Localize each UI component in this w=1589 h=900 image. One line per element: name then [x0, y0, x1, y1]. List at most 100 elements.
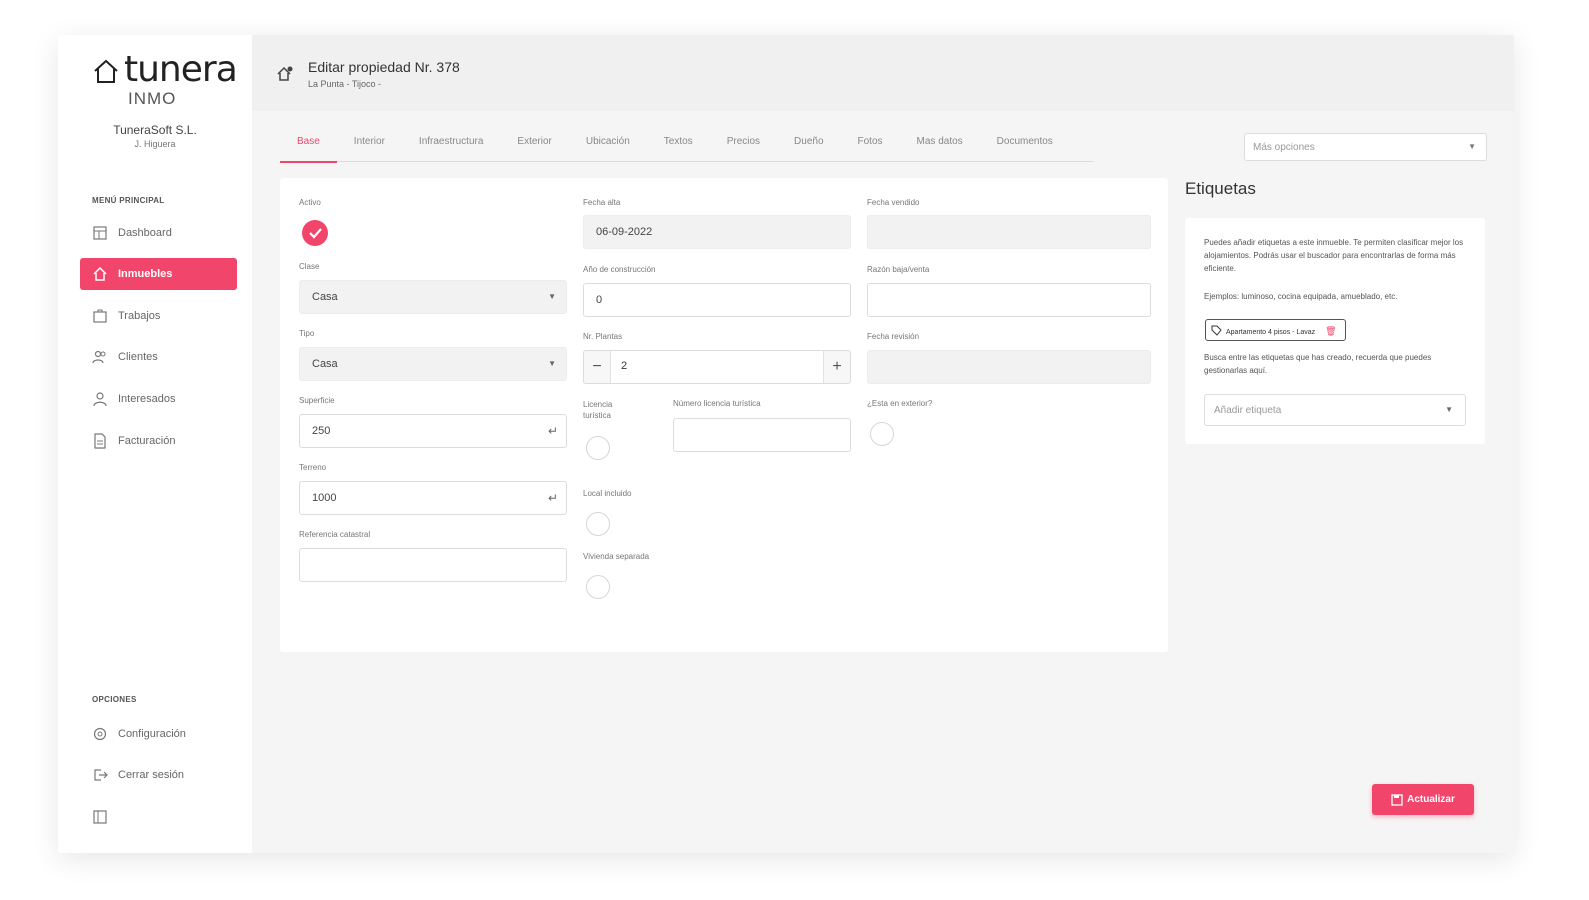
tab-documentos[interactable]: Documentos	[980, 131, 1070, 162]
local-incluido-checkbox[interactable]	[586, 512, 610, 536]
collapse-sidebar-button[interactable]	[80, 801, 237, 833]
tag-chip[interactable]: Apartamento 4 pisos - Lavaz 🗑	[1205, 319, 1346, 341]
fecha-vendido-label: Fecha vendido	[867, 198, 920, 207]
tab-exterior[interactable]: Exterior	[500, 131, 568, 162]
superficie-value: 250	[312, 425, 331, 437]
enter-icon: ↵	[547, 491, 558, 505]
options-label: OPCIONES	[92, 695, 137, 704]
tab-base[interactable]: Base	[280, 131, 337, 163]
more-options-placeholder: Más opciones	[1253, 142, 1315, 153]
tab-textos[interactable]: Textos	[647, 131, 710, 162]
home-icon	[92, 266, 108, 282]
user-icon	[92, 391, 108, 407]
sidebar-item-configuracion[interactable]: Configuración	[80, 718, 237, 750]
clase-value: Casa	[312, 291, 338, 303]
terreno-input[interactable]: 1000 ↵	[299, 481, 567, 515]
sidebar-item-trabajos[interactable]: Trabajos	[80, 300, 237, 332]
terreno-value: 1000	[312, 492, 337, 504]
fecha-alta-value: 06-09-2022	[596, 226, 653, 238]
licencia-turistica-label: Licencia turística	[583, 400, 613, 420]
tab-precios[interactable]: Precios	[710, 131, 777, 162]
app-window: tunera INMO TuneraSoft S.L. J. Higuera M…	[58, 35, 1514, 853]
nr-plantas-stepper[interactable]: − 2 +	[583, 350, 851, 384]
enter-icon: ↵	[547, 424, 558, 438]
vivienda-separada-checkbox[interactable]	[586, 575, 610, 599]
tipo-label: Tipo	[299, 329, 315, 338]
sidebar-item-label: Interesados	[118, 393, 176, 405]
nr-plantas-value[interactable]: 2	[610, 351, 824, 383]
sidebar-item-label: Cerrar sesión	[118, 769, 185, 781]
tipo-select[interactable]: Casa ▼	[299, 347, 567, 381]
terreno-label: Terreno	[299, 463, 327, 472]
sidebar-item-label: Facturación	[118, 435, 176, 447]
tags-title: Etiquetas	[1185, 179, 1256, 198]
house-logo-icon	[94, 59, 118, 83]
tab-infraestructura[interactable]: Infraestructura	[402, 131, 500, 162]
tab-interior[interactable]: Interior	[337, 131, 402, 162]
sidebar-item-label: Dashboard	[118, 227, 172, 239]
logo-sub: INMO	[128, 89, 177, 108]
anio-construccion-input[interactable]: 0	[583, 283, 851, 317]
tab-dueno[interactable]: Dueño	[777, 131, 840, 162]
sidebar-item-label: Clientes	[118, 351, 158, 363]
tipo-value: Casa	[312, 358, 338, 370]
clase-label: Clase	[299, 262, 320, 271]
numero-licencia-input[interactable]	[673, 418, 851, 452]
tab-mas-datos[interactable]: Mas datos	[900, 131, 980, 162]
fecha-revision-input[interactable]	[867, 350, 1151, 384]
tags-example: Ejemplos: luminoso, cocina equipada, amu…	[1204, 292, 1398, 301]
fecha-vendido-input[interactable]	[867, 215, 1151, 249]
logo-text: tunera	[124, 49, 238, 90]
main-menu-label: MENÚ PRINCIPAL	[92, 196, 165, 205]
dashboard-icon	[92, 225, 108, 241]
fecha-alta-input[interactable]: 06-09-2022	[583, 215, 851, 249]
tab-fotos[interactable]: Fotos	[841, 131, 900, 162]
chevron-down-icon: ▼	[548, 359, 556, 368]
tags-intro: Puedes añadir etiquetas a este inmueble.…	[1204, 238, 1464, 273]
more-options-select[interactable]: Más opciones ▼	[1244, 133, 1487, 161]
update-button[interactable]: Actualizar	[1372, 784, 1474, 815]
activo-label: Activo	[299, 198, 321, 207]
tag-chip-label: Apartamento 4 pisos - Lavaz	[1226, 329, 1316, 336]
anio-construccion-value: 0	[596, 294, 603, 306]
add-tag-select[interactable]: Añadir etiqueta ▼	[1204, 394, 1466, 426]
users-icon	[92, 349, 108, 365]
razon-baja-input[interactable]	[867, 283, 1151, 317]
logo[interactable]: tunera INMO	[92, 49, 238, 108]
sidebar-item-interesados[interactable]: Interesados	[80, 383, 237, 415]
chevron-down-icon: ▼	[1445, 405, 1453, 414]
decrement-button[interactable]: −	[584, 351, 610, 383]
gear-icon	[92, 726, 108, 742]
tab-ubicacion[interactable]: Ubicación	[569, 131, 647, 162]
sidebar-item-inmuebles[interactable]: Inmuebles	[80, 258, 237, 290]
invoice-icon	[92, 433, 108, 449]
sidebar-item-cerrar-sesion[interactable]: Cerrar sesión	[80, 759, 237, 791]
logout-icon	[92, 767, 108, 783]
sidebar-item-clientes[interactable]: Clientes	[80, 341, 237, 373]
superficie-input[interactable]: 250 ↵	[299, 414, 567, 448]
razon-baja-label: Razón baja/venta	[867, 265, 930, 274]
property-tabs: Base Interior Infraestructura Exterior U…	[280, 131, 1094, 163]
referencia-catastral-input[interactable]	[299, 548, 567, 582]
check-icon	[309, 228, 322, 239]
sidebar-item-dashboard[interactable]: Dashboard	[80, 217, 237, 249]
anio-construccion-label: Año de construcción	[583, 265, 656, 274]
delete-tag-icon[interactable]: 🗑	[1325, 326, 1336, 337]
sidebar-item-facturacion[interactable]: Facturación	[80, 425, 237, 457]
tags-help: Busca entre las etiquetas que has creado…	[1204, 353, 1432, 375]
esta-en-exterior-checkbox[interactable]	[870, 422, 894, 446]
chevron-down-icon: ▼	[548, 292, 556, 301]
esta-en-exterior-label: ¿Esta en exterior?	[867, 399, 933, 408]
increment-button[interactable]: +	[824, 351, 850, 383]
clase-select[interactable]: Casa ▼	[299, 280, 567, 314]
page-title: Editar propiedad Nr. 378	[308, 59, 460, 75]
referencia-catastral-label: Referencia catastral	[299, 530, 371, 539]
activo-checkbox[interactable]	[302, 220, 328, 246]
briefcase-icon	[92, 308, 108, 324]
page-header: Editar propiedad Nr. 378 La Punta - Tijo…	[252, 35, 1514, 111]
licencia-turistica-checkbox[interactable]	[586, 436, 610, 460]
numero-licencia-label: Número licencia turística	[673, 399, 761, 408]
sidebar-item-label: Configuración	[118, 728, 186, 740]
property-form: Activo Clase Casa ▼ Tipo Casa ▼ Superfic…	[280, 178, 1168, 652]
user-name: J. Higuera	[134, 139, 176, 149]
